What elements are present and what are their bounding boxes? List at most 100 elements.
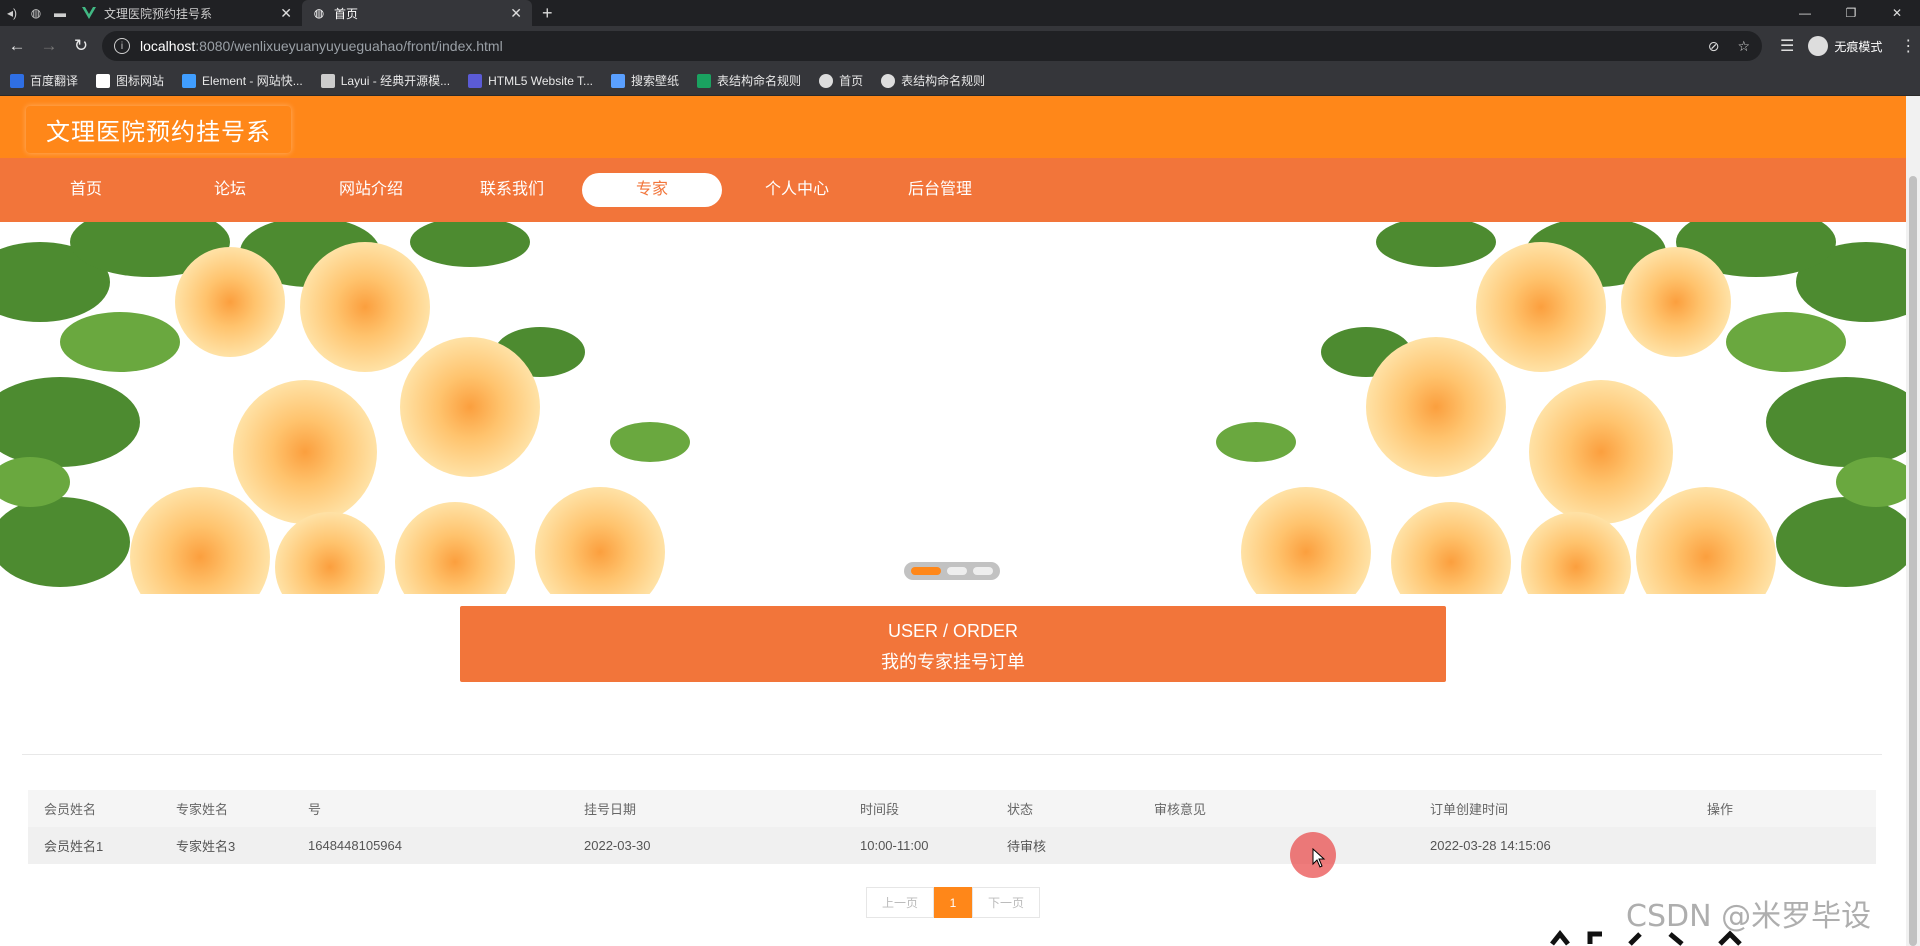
element-icon bbox=[182, 73, 197, 88]
minimize-icon[interactable]: — bbox=[1782, 6, 1828, 20]
browser-tab-bar: ◂) ◍ ▬ 文理医院预约挂号系 ✕ ◍ 首页 ✕ + — ❐ ✕ bbox=[0, 0, 1920, 26]
bookmark-item[interactable]: Layui - 经典开源模... bbox=[320, 72, 450, 89]
table-row[interactable]: 会员姓名1 专家姓名3 1648448105964 2022-03-30 10:… bbox=[28, 827, 1876, 864]
incognito-avatar bbox=[1808, 36, 1829, 56]
main-nav: 首页 论坛 网站介绍 联系我们 专家 个人中心 后台管理 bbox=[0, 158, 1906, 222]
nav-forum[interactable]: 论坛 bbox=[160, 173, 300, 207]
bookmark-label: 首页 bbox=[839, 74, 864, 88]
column-header: 时间段 bbox=[860, 802, 900, 817]
column-header: 号 bbox=[308, 802, 322, 817]
html5-icon bbox=[468, 73, 483, 88]
nav-contact[interactable]: 联系我们 bbox=[442, 173, 582, 207]
eye-off-icon[interactable]: ⊘ bbox=[1708, 38, 1720, 55]
bookmarks-bar: 百度翻译 图标网站 Element - 网站快... Layui - 经典开源模… bbox=[0, 66, 1920, 96]
bookmark-item[interactable]: Element - 网站快... bbox=[182, 72, 303, 89]
carousel-indicators bbox=[904, 562, 1000, 580]
address-bar-row: ← → ↻ i localhost:8080/wenlixueyuanyuyue… bbox=[0, 26, 1920, 66]
browser-tab-system[interactable]: 文理医院预约挂号系 ✕ bbox=[72, 0, 302, 26]
column-header: 会员姓名 bbox=[44, 802, 97, 817]
close-tab-icon[interactable]: ✕ bbox=[510, 5, 522, 22]
tab-title: 首页 bbox=[334, 6, 359, 21]
table-header-row: 会员姓名 专家姓名 号 挂号日期 时间段 状态 审核意见 订单创建时间 操作 bbox=[28, 790, 1876, 827]
column-header: 专家姓名 bbox=[176, 802, 229, 817]
web-page: 文理医院预约挂号系 首页 论坛 网站介绍 联系我们 专家 个人中心 后台管理 U… bbox=[0, 96, 1906, 946]
url-host: localhost bbox=[140, 38, 196, 54]
cell-member-name: 会员姓名1 bbox=[44, 839, 104, 854]
wallpaper-icon bbox=[611, 73, 626, 88]
flag-icon bbox=[96, 73, 111, 88]
carousel-dot[interactable] bbox=[947, 567, 967, 575]
cell-created-time: 2022-03-28 14:15:06 bbox=[1430, 838, 1551, 853]
layui-icon bbox=[320, 73, 335, 88]
url-path: :8080/wenlixueyuanyuyueguahao/front/inde… bbox=[195, 38, 503, 54]
section-divider bbox=[22, 754, 1882, 755]
page-scrollbar[interactable] bbox=[1906, 96, 1920, 946]
next-page-button[interactable]: 下一页 bbox=[972, 887, 1040, 918]
watermark: CSDN @米罗毕设 bbox=[1626, 899, 1872, 934]
forward-icon[interactable]: → bbox=[34, 31, 64, 61]
profile-label: 无痕模式 bbox=[1834, 39, 1883, 54]
bookmark-item[interactable]: 首页 bbox=[819, 72, 863, 89]
bookmark-label: 图标网站 bbox=[116, 74, 165, 88]
column-header: 审核意见 bbox=[1154, 802, 1207, 817]
bookmark-label: 百度翻译 bbox=[30, 74, 79, 88]
nav-admin[interactable]: 后台管理 bbox=[870, 173, 1010, 207]
column-header: 挂号日期 bbox=[584, 802, 637, 817]
bookmark-label: 表结构命名规则 bbox=[717, 74, 802, 88]
nav-personal-center[interactable]: 个人中心 bbox=[727, 173, 867, 207]
bookmark-item[interactable]: 图标网站 bbox=[96, 72, 164, 89]
nav-home[interactable]: 首页 bbox=[16, 173, 156, 207]
url-input[interactable]: i localhost:8080/wenlixueyuanyuyueguahao… bbox=[102, 31, 1762, 61]
cell-expert-name: 专家姓名3 bbox=[176, 839, 236, 854]
globe-icon bbox=[819, 73, 834, 88]
section-title-box: USER / ORDER 我的专家挂号订单 bbox=[460, 606, 1446, 682]
cell-date: 2022-03-30 bbox=[584, 838, 651, 853]
reload-icon[interactable]: ↻ bbox=[66, 31, 96, 61]
back-icon[interactable]: ← bbox=[2, 31, 32, 61]
window-icon[interactable]: ▬ bbox=[48, 0, 72, 26]
close-window-icon[interactable]: ✕ bbox=[1874, 6, 1920, 20]
section-title-cn: 我的专家挂号订单 bbox=[881, 652, 1025, 672]
pagination: 上一页 1 下一页 bbox=[866, 887, 1040, 918]
close-tab-icon[interactable]: ✕ bbox=[280, 5, 292, 22]
orders-table: 会员姓名 专家姓名 号 挂号日期 时间段 状态 审核意见 订单创建时间 操作 会… bbox=[28, 790, 1876, 864]
nav-about[interactable]: 网站介绍 bbox=[301, 173, 441, 207]
bookmark-item[interactable]: 搜索壁纸 bbox=[611, 72, 679, 89]
incognito-profile[interactable]: 无痕模式 bbox=[1808, 36, 1882, 56]
nav-experts[interactable]: 专家 bbox=[582, 173, 722, 207]
window-controls: — ❐ ✕ bbox=[1782, 6, 1920, 20]
globe-icon[interactable]: ◍ bbox=[24, 0, 48, 26]
reading-list-icon[interactable]: ☰ bbox=[1780, 36, 1794, 56]
carousel-dot[interactable] bbox=[973, 567, 993, 575]
translate-icon bbox=[10, 73, 24, 88]
bookmark-item[interactable]: 表结构命名规则 bbox=[881, 72, 985, 89]
mouse-cursor-icon bbox=[1312, 848, 1326, 868]
banner-carousel[interactable] bbox=[0, 222, 1906, 594]
menu-icon[interactable]: ⋮ bbox=[1900, 36, 1916, 56]
new-tab-icon[interactable]: + bbox=[542, 3, 553, 24]
vue-logo-icon bbox=[82, 6, 96, 20]
prev-page-button[interactable]: 上一页 bbox=[866, 887, 934, 918]
column-header: 操作 bbox=[1707, 802, 1734, 817]
bookmark-label: HTML5 Website T... bbox=[488, 73, 594, 88]
tab-title: 文理医院预约挂号系 bbox=[104, 6, 213, 21]
site-info-icon[interactable]: i bbox=[114, 38, 130, 54]
page-number-button[interactable]: 1 bbox=[934, 887, 972, 918]
bookmark-star-icon[interactable]: ☆ bbox=[1737, 38, 1750, 55]
bookmark-item[interactable]: 表结构命名规则 bbox=[697, 72, 801, 89]
doc-icon bbox=[697, 73, 712, 88]
bookmark-label: Element - 网站快... bbox=[202, 74, 303, 88]
scrollbar-thumb[interactable] bbox=[1909, 176, 1917, 946]
carousel-dot[interactable] bbox=[911, 567, 941, 575]
audio-icon[interactable]: ◂) bbox=[0, 0, 24, 26]
browser-tab-home[interactable]: ◍ 首页 ✕ bbox=[302, 0, 532, 26]
cell-time-slot: 10:00-11:00 bbox=[860, 838, 929, 853]
column-header: 状态 bbox=[1007, 802, 1034, 817]
bookmark-item[interactable]: HTML5 Website T... bbox=[468, 73, 594, 88]
overlay-scribble bbox=[1550, 930, 1742, 946]
cell-number: 1648448105964 bbox=[308, 838, 402, 853]
bookmark-item[interactable]: 百度翻译 bbox=[10, 72, 78, 89]
restore-icon[interactable]: ❐ bbox=[1828, 6, 1874, 20]
column-header: 订单创建时间 bbox=[1430, 802, 1509, 817]
roses-banner-image bbox=[0, 222, 1906, 594]
